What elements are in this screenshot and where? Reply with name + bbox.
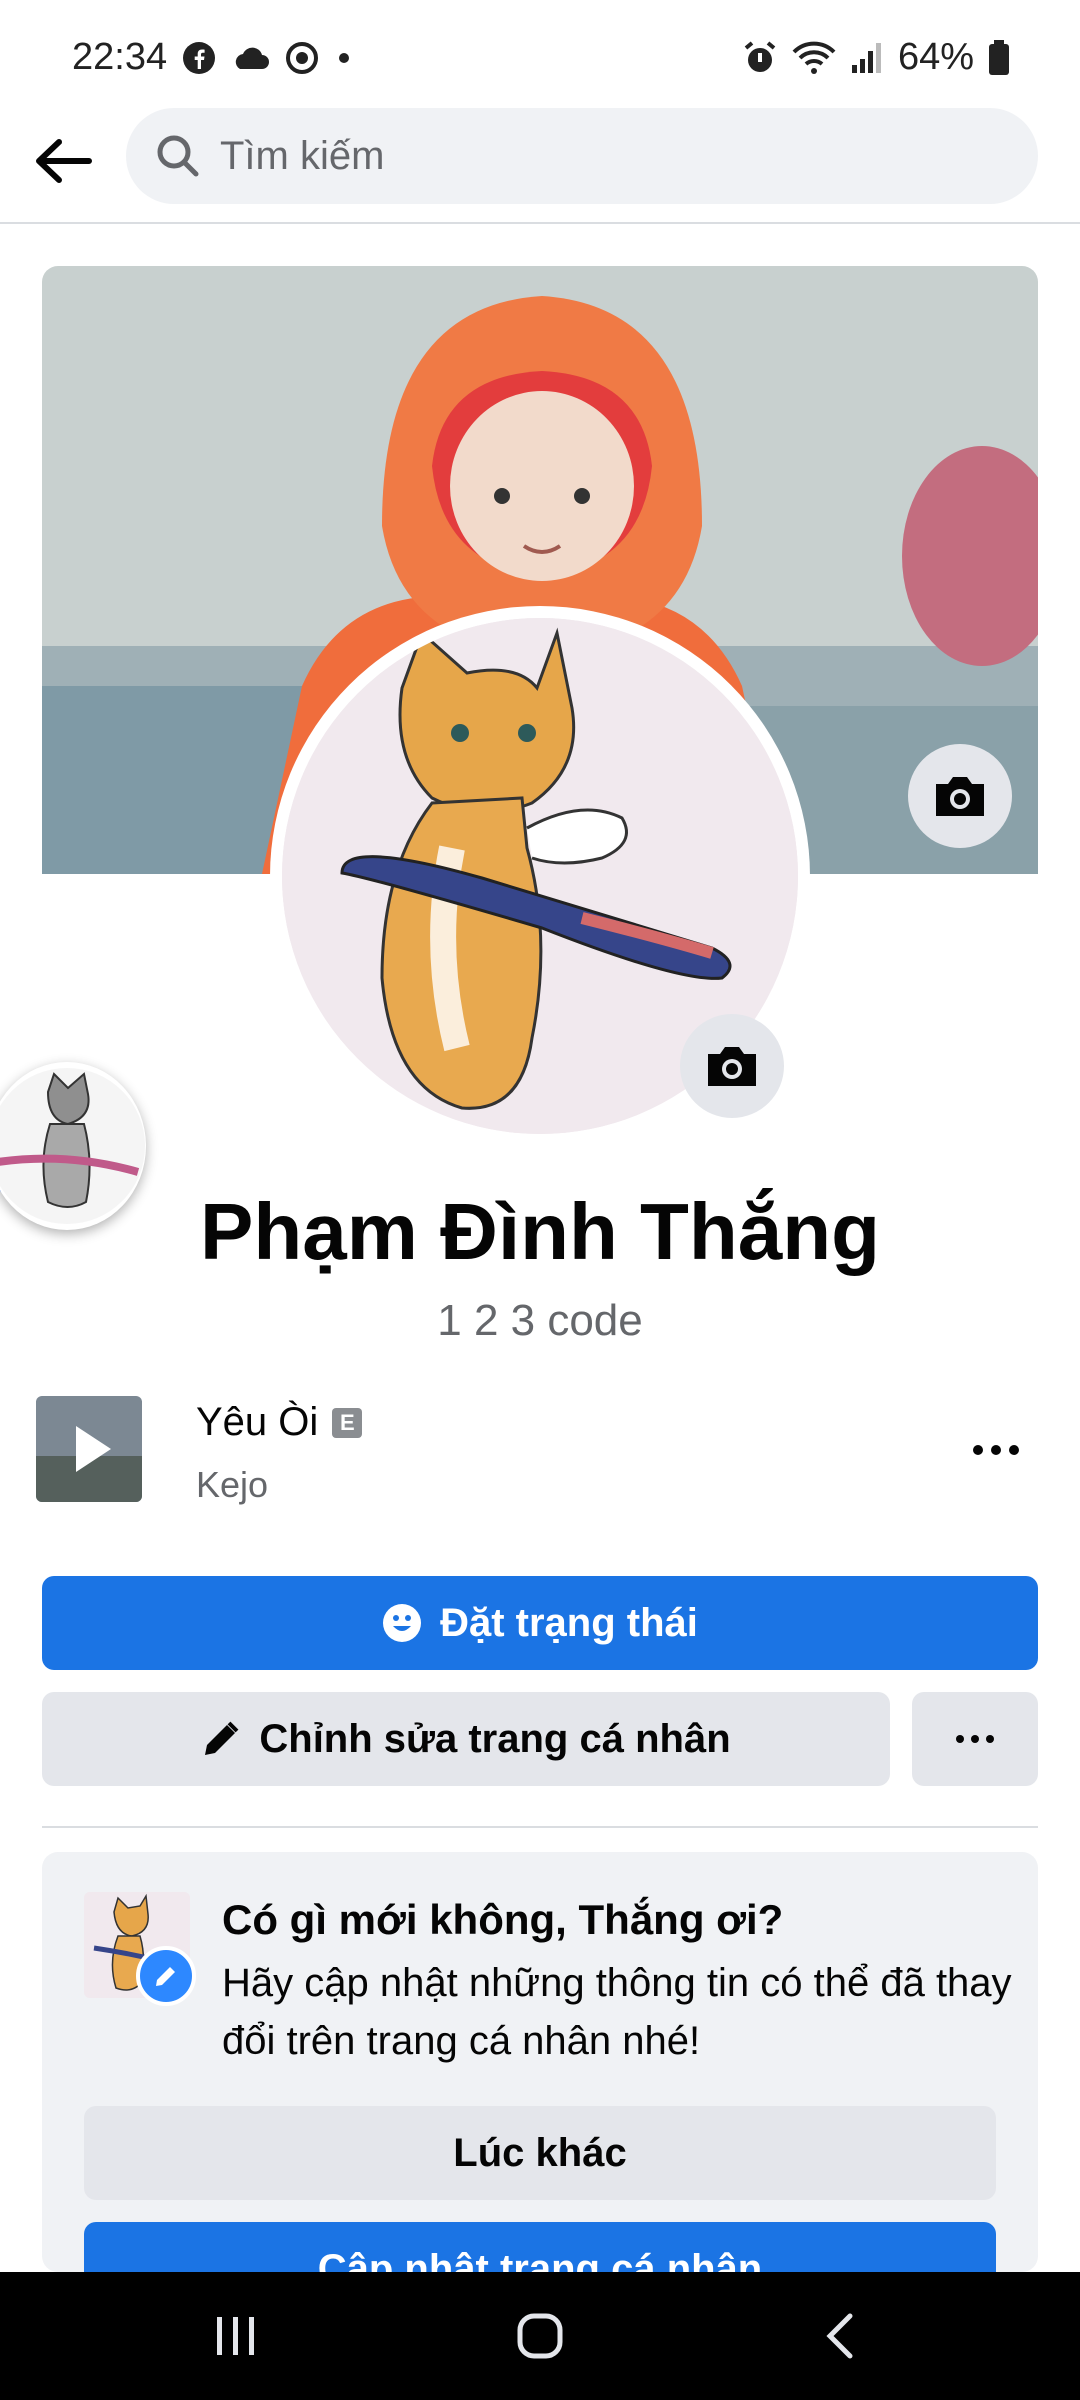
profile-name: Phạm Đình Thắng (200, 1187, 880, 1276)
card-edit-badge (136, 1946, 196, 2006)
dot-icon (339, 53, 349, 63)
status-time: 22:34 (72, 36, 168, 78)
card-title: Có gì mới không, Thắng ơi? (222, 1896, 784, 1943)
music-more-button[interactable] (960, 1420, 1032, 1480)
battery-icon (989, 39, 1009, 75)
system-navigation-bar (0, 2272, 1080, 2400)
back-nav-button[interactable] (800, 2302, 880, 2370)
set-status-label: Đặt trạng thái (440, 1600, 698, 1645)
arrow-left-icon (36, 139, 92, 183)
search-icon (157, 135, 199, 177)
sync-icon (286, 42, 318, 74)
set-status-button[interactable]: Đặt trạng thái (42, 1576, 1038, 1670)
recent-apps-icon (217, 2317, 254, 2355)
pencil-icon (205, 1721, 239, 1755)
recent-apps-button[interactable] (196, 2302, 276, 2370)
divider (42, 1826, 1038, 1828)
status-bar: 22:34 64% (0, 0, 1080, 100)
facebook-icon (183, 42, 215, 74)
search-placeholder: Tìm kiếm (220, 133, 385, 178)
search-input[interactable]: Tìm kiếm (126, 108, 1038, 204)
profile-more-button[interactable] (912, 1692, 1038, 1786)
later-button[interactable]: Lúc khác (84, 2106, 996, 2200)
camera-icon (936, 777, 984, 816)
music-title-row[interactable]: Yêu Òi E (196, 1400, 363, 1445)
smiley-icon (383, 1604, 422, 1642)
play-icon (36, 1396, 142, 1502)
later-label: Lúc khác (453, 2130, 627, 2175)
battery-percent: 64% (897, 36, 974, 78)
music-title: Yêu Òi (196, 1400, 319, 1444)
more-horizontal-icon (956, 1735, 994, 1743)
music-thumbnail[interactable] (36, 1396, 142, 1502)
signal-icon (851, 42, 881, 73)
home-icon (517, 2313, 563, 2359)
profile-bio: 1 2 3 code (437, 1296, 643, 1345)
pencil-icon (156, 1967, 175, 1986)
more-horizontal-icon (973, 1445, 1019, 1455)
avatar-camera-button[interactable] (680, 1014, 784, 1118)
music-artist: Kejo (196, 1464, 269, 1505)
card-description: Hãy cập nhật những thông tin có thể đã t… (222, 1961, 1012, 2063)
edit-profile-label: Chỉnh sửa trang cá nhân (259, 1716, 731, 1761)
chevron-left-icon (826, 2313, 853, 2359)
cloud-icon (235, 47, 269, 69)
home-button[interactable] (500, 2302, 580, 2370)
camera-icon (708, 1047, 756, 1086)
explicit-badge: E (332, 1407, 363, 1438)
alarm-icon (744, 40, 776, 72)
edit-profile-button[interactable]: Chỉnh sửa trang cá nhân (42, 1692, 890, 1786)
back-button[interactable] (28, 126, 98, 196)
wifi-icon (792, 41, 836, 74)
top-bar: Tìm kiếm (0, 100, 1080, 224)
cover-camera-button[interactable] (908, 744, 1012, 848)
